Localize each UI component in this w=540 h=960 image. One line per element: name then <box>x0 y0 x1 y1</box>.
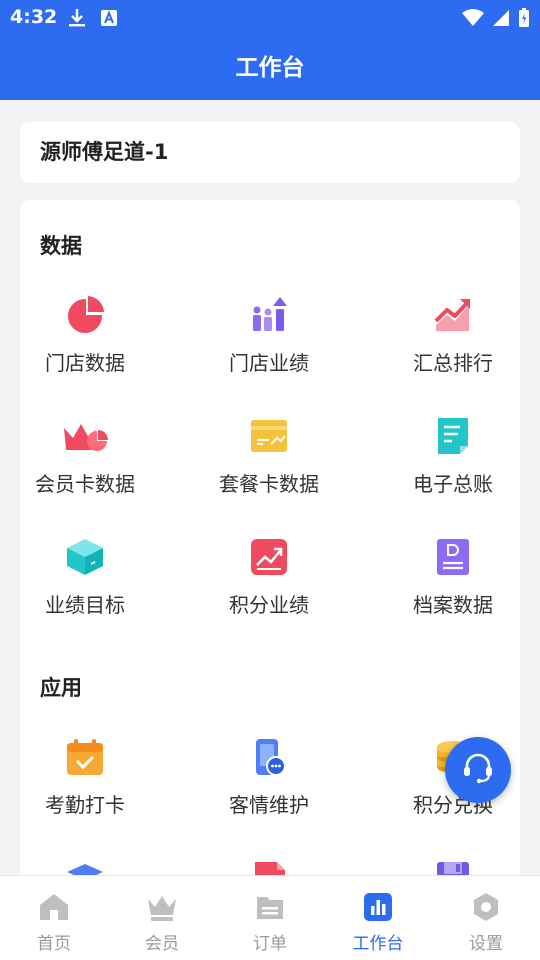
app-bar: 工作台 <box>0 36 540 100</box>
order-icon <box>254 891 286 923</box>
ledger-document-icon <box>433 416 473 456</box>
grid-item-points-performance[interactable]: 积分业绩 <box>194 537 344 647</box>
performance-bars-icon <box>249 295 289 335</box>
signal-icon <box>492 9 510 31</box>
grid-item-label: 门店业绩 <box>229 351 309 375</box>
grid-item-store-performance[interactable]: 门店业绩 <box>194 295 344 405</box>
workbench-icon <box>362 891 394 923</box>
nav-label: 首页 <box>37 934 71 954</box>
nav-label: 订单 <box>253 934 287 954</box>
grid-item-store-data[interactable]: 门店数据 <box>20 295 160 405</box>
grid-item-archive-data[interactable]: 档案数据 <box>378 537 520 647</box>
nav-item-settings[interactable]: 设置 <box>432 876 540 960</box>
grid-item-label: 客情维护 <box>229 793 309 817</box>
nav-item-home[interactable]: 首页 <box>0 876 108 960</box>
section-title-data: 数据 <box>40 234 82 258</box>
crown-icon <box>146 891 178 923</box>
grid-item-e-ledger[interactable]: 电子总账 <box>378 416 520 526</box>
archive-document-icon <box>433 537 473 577</box>
settings-icon <box>470 891 502 923</box>
calendar-check-icon <box>65 737 105 777</box>
nav-item-orders[interactable]: 订单 <box>216 876 324 960</box>
store-card[interactable]: 源师傅足道-1 <box>20 122 520 183</box>
package-card-icon <box>249 416 289 456</box>
grid-item-summary-ranking[interactable]: 汇总排行 <box>378 295 520 405</box>
download-icon <box>68 8 86 32</box>
nav-label: 工作台 <box>352 934 404 954</box>
status-time: 4:32 <box>10 6 58 28</box>
nav-label: 会员 <box>145 934 179 954</box>
page-title: 工作台 <box>235 55 305 81</box>
customer-service-button[interactable] <box>445 737 511 803</box>
nav-item-members[interactable]: 会员 <box>108 876 216 960</box>
headset-icon <box>461 751 495 789</box>
grid-item-member-card-data[interactable]: 会员卡数据 <box>20 416 160 526</box>
store-name: 源师傅足道-1 <box>40 140 169 164</box>
battery-icon <box>518 8 530 32</box>
status-bar: 4:32 <box>0 0 540 36</box>
grid-item-label: 套餐卡数据 <box>219 472 319 496</box>
grid-item-performance-target[interactable]: 业绩目标 <box>20 537 160 647</box>
grid-item-label: 汇总排行 <box>413 351 493 375</box>
grid-item-package-card-data[interactable]: 套餐卡数据 <box>194 416 344 526</box>
section-title-apps: 应用 <box>40 676 82 700</box>
points-chart-icon <box>249 537 289 577</box>
grid-item-label: 会员卡数据 <box>35 472 135 496</box>
nav-label: 设置 <box>469 934 503 954</box>
pie-chart-icon <box>65 295 105 335</box>
grid-item-label: 积分业绩 <box>229 593 309 617</box>
grid-item-attendance[interactable]: 考勤打卡 <box>20 737 160 847</box>
bottom-navigation: 首页 会员 订单 工作台 设置 <box>0 875 540 960</box>
target-box-icon <box>65 537 105 577</box>
grid-item-label: 门店数据 <box>45 351 125 375</box>
font-app-icon <box>100 8 118 32</box>
nav-item-workbench[interactable]: 工作台 <box>324 876 432 960</box>
home-icon <box>38 891 70 923</box>
grid-item-label: 电子总账 <box>413 472 493 496</box>
grid-item-customer-care[interactable]: 客情维护 <box>194 737 344 847</box>
workbench-panel: 数据 门店数据 门店业绩 汇总排行 会员卡数据 套餐卡数据 电子总账 业绩目标 … <box>20 200 520 900</box>
grid-item-label: 业绩目标 <box>45 593 125 617</box>
trend-ranking-icon <box>433 295 473 335</box>
phone-chat-icon <box>249 737 289 777</box>
grid-item-label: 考勤打卡 <box>45 793 125 817</box>
crown-card-icon <box>64 416 108 456</box>
grid-item-label: 档案数据 <box>413 593 493 617</box>
wifi-icon <box>462 9 484 31</box>
